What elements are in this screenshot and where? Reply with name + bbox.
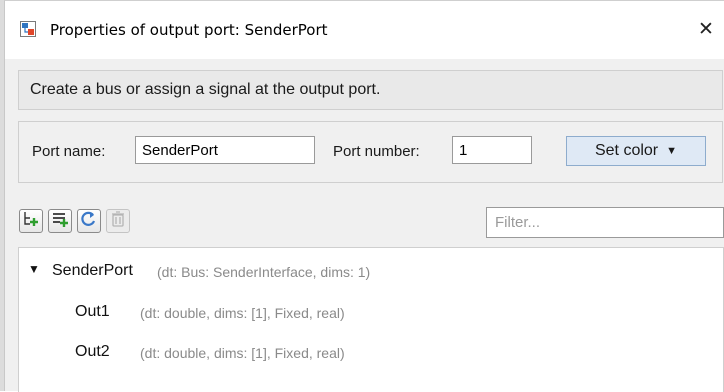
expand-triangle-icon[interactable]: ▼ <box>28 262 40 276</box>
port-name-input[interactable] <box>135 136 315 164</box>
properties-dialog: Properties of output port: SenderPort ✕ … <box>4 0 724 392</box>
close-icon: ✕ <box>698 18 714 40</box>
filter-input[interactable] <box>486 207 724 238</box>
description-text: Create a bus or assign a signal at the o… <box>30 81 381 98</box>
port-number-input[interactable] <box>452 136 532 164</box>
add-element-button[interactable] <box>19 209 43 233</box>
delete-button[interactable] <box>106 209 130 233</box>
simulink-app-icon <box>20 21 36 37</box>
add-element-icon <box>22 210 40 233</box>
add-elements-list-icon <box>51 210 69 233</box>
signal-tree: ▼ SenderPort (dt: Bus: SenderInterface, … <box>18 247 724 392</box>
title-bar: Properties of output port: SenderPort ✕ <box>5 1 724 59</box>
port-name-label: Port name: <box>32 143 106 160</box>
chevron-down-icon: ▼ <box>666 145 678 157</box>
refresh-icon <box>80 210 98 233</box>
set-color-label: Set color <box>594 142 659 159</box>
delete-icon <box>109 210 127 233</box>
add-elements-list-button[interactable] <box>48 209 72 233</box>
close-button[interactable]: ✕ <box>692 15 720 43</box>
refresh-button[interactable] <box>77 209 101 233</box>
root-name: SenderPort <box>52 262 133 279</box>
root-meta: (dt: Bus: SenderInterface, dims: 1) <box>157 264 371 280</box>
signal-name: Out2 <box>75 343 110 360</box>
description-panel: Create a bus or assign a signal at the o… <box>18 70 723 110</box>
port-settings-panel: Port name: Port number: Set color ▼ <box>18 121 723 183</box>
signal-name: Out1 <box>75 303 110 320</box>
port-number-label: Port number: <box>333 143 420 160</box>
signal-meta: (dt: double, dims: [1], Fixed, real) <box>140 305 345 321</box>
signal-meta: (dt: double, dims: [1], Fixed, real) <box>140 345 345 361</box>
set-color-button[interactable]: Set color ▼ <box>566 136 706 166</box>
window-title: Properties of output port: SenderPort <box>50 21 328 39</box>
